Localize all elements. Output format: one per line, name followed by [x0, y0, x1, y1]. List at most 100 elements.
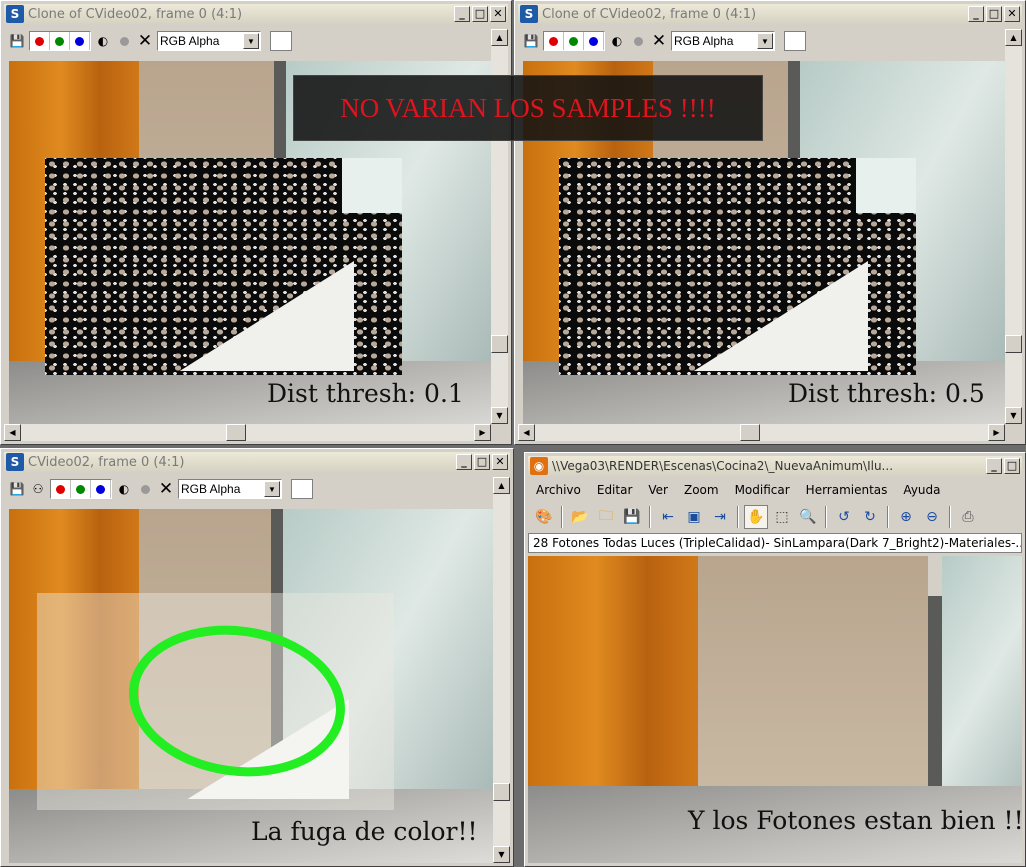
monochrome-icon[interactable]: ◐ [94, 32, 112, 50]
clear-icon[interactable]: ✕ [157, 479, 175, 499]
viewer-toolbar: 🎨 📂 🗀 💾 ⇤ ▣ ⇥ ✋ ⬚ 🔍 ↺ ↻ ⊕ ⊖ ⎙ [528, 503, 1022, 531]
horizontal-scrollbar[interactable]: ◀ ▶ [4, 424, 491, 441]
alpha-icon[interactable] [115, 32, 133, 50]
red-channel-icon[interactable] [30, 32, 50, 50]
3ds-max-logo-icon: S [520, 5, 538, 23]
previous-image-icon[interactable]: ⇤ [656, 505, 680, 529]
browse-folder-icon[interactable]: 🗀 [594, 505, 618, 529]
clear-icon[interactable]: ✕ [136, 31, 154, 51]
vertical-scrollbar[interactable]: ▲ ▼ [493, 477, 510, 863]
blue-channel-icon[interactable] [584, 32, 604, 50]
menu-modificar[interactable]: Modificar [735, 483, 790, 497]
save-icon[interactable]: 💾 [620, 505, 644, 529]
menu-herramientas[interactable]: Herramientas [806, 483, 888, 497]
monochrome-icon[interactable]: ◐ [115, 480, 133, 498]
3ds-max-logo-icon: S [6, 5, 24, 23]
green-channel-icon[interactable] [50, 32, 70, 50]
palette-icon[interactable]: 🎨 [532, 505, 556, 529]
chevron-down-icon: ▼ [243, 33, 259, 49]
frame-buffer-toolbar: 💾 ◐ ✕ RGB Alpha ▼ [518, 28, 1022, 54]
menu-ver[interactable]: Ver [648, 483, 668, 497]
render-window-top-left: S Clone of CVideo02, frame 0 (4:1) _ □ ✕… [0, 0, 512, 445]
magnifier-icon[interactable]: 🔍 [796, 505, 820, 529]
render-window-bottom-left: S CVideo02, frame 0 (4:1) _ □ ✕ 💾 ⚇ ◐ ✕ … [0, 448, 514, 867]
scroll-down-icon[interactable]: ▼ [493, 846, 510, 863]
horizontal-scrollbar[interactable]: ◀ ▶ [518, 424, 1005, 441]
close-button[interactable]: ✕ [1004, 6, 1020, 22]
alpha-icon[interactable] [629, 32, 647, 50]
render-window-top-right: S Clone of CVideo02, frame 0 (4:1) _ □ ✕… [514, 0, 1026, 445]
maximize-button[interactable]: □ [472, 6, 488, 22]
title-bar[interactable]: S Clone of CVideo02, frame 0 (4:1) _ □ ✕ [4, 4, 508, 24]
render-viewport: La fuga de color!! [9, 509, 493, 863]
scroll-left-icon[interactable]: ◀ [518, 424, 535, 441]
rotate-left-icon[interactable]: ↺ [832, 505, 856, 529]
window-title: Clone of CVideo02, frame 0 (4:1) [542, 6, 757, 22]
menu-bar: Archivo Editar Ver Zoom Modificar Herram… [528, 480, 1022, 500]
clone-icon[interactable]: ⚇ [29, 480, 47, 498]
image-viewer-window: ◉ \\Vega03\RENDER\Escenas\Cocina2\_Nueva… [524, 452, 1026, 867]
minimize-button[interactable]: _ [454, 6, 470, 22]
maximize-button[interactable]: □ [986, 6, 1002, 22]
open-folder-icon[interactable]: 📂 [568, 505, 592, 529]
hand-pan-icon[interactable]: ✋ [744, 505, 768, 529]
zoom-out-icon[interactable]: ⊖ [920, 505, 944, 529]
window-title: \\Vega03\RENDER\Escenas\Cocina2\_NuevaAn… [552, 459, 894, 473]
zoom-in-icon[interactable]: ⊕ [894, 505, 918, 529]
highlight-ellipse [129, 625, 345, 777]
scroll-right-icon[interactable]: ▶ [988, 424, 1005, 441]
rotate-right-icon[interactable]: ↻ [858, 505, 882, 529]
maximize-button[interactable]: □ [474, 454, 490, 470]
frame-buffer-toolbar: 💾 ⚇ ◐ ✕ RGB Alpha ▼ [4, 476, 510, 502]
minimize-button[interactable]: _ [456, 454, 472, 470]
menu-zoom[interactable]: Zoom [684, 483, 719, 497]
scroll-left-icon[interactable]: ◀ [4, 424, 21, 441]
channel-select[interactable]: RGB Alpha ▼ [157, 31, 261, 51]
scroll-up-icon[interactable]: ▲ [491, 29, 508, 46]
scroll-right-icon[interactable]: ▶ [474, 424, 491, 441]
green-channel-icon[interactable] [71, 480, 91, 498]
minimize-button[interactable]: _ [968, 6, 984, 22]
clear-icon[interactable]: ✕ [650, 31, 668, 51]
menu-archivo[interactable]: Archivo [536, 483, 581, 497]
channel-select[interactable]: RGB Alpha ▼ [671, 31, 775, 51]
maximize-button[interactable]: □ [1004, 458, 1020, 474]
vertical-scrollbar[interactable]: ▲ ▼ [1005, 29, 1022, 424]
window-title: Clone of CVideo02, frame 0 (4:1) [28, 6, 243, 22]
selection-icon[interactable]: ⬚ [770, 505, 794, 529]
save-icon[interactable]: 💾 [8, 480, 26, 498]
next-image-icon[interactable]: ⇥ [708, 505, 732, 529]
blue-channel-icon[interactable] [91, 480, 111, 498]
title-bar[interactable]: ◉ \\Vega03\RENDER\Escenas\Cocina2\_Nueva… [528, 456, 1022, 476]
caption-color-bleed: La fuga de color!! [251, 817, 478, 846]
image-icon[interactable]: ▣ [682, 505, 706, 529]
menu-ayuda[interactable]: Ayuda [903, 483, 940, 497]
viewer-app-icon: ◉ [530, 457, 548, 475]
color-swatch[interactable] [270, 31, 292, 51]
chevron-down-icon: ▼ [264, 481, 280, 497]
scroll-down-icon[interactable]: ▼ [1005, 407, 1022, 424]
channel-select[interactable]: RGB Alpha ▼ [178, 479, 282, 499]
minimize-button[interactable]: _ [986, 458, 1002, 474]
red-channel-icon[interactable] [544, 32, 564, 50]
title-bar[interactable]: S Clone of CVideo02, frame 0 (4:1) _ □ ✕ [518, 4, 1022, 24]
scroll-down-icon[interactable]: ▼ [491, 407, 508, 424]
close-button[interactable]: ✕ [490, 6, 506, 22]
monochrome-icon[interactable]: ◐ [608, 32, 626, 50]
alpha-icon[interactable] [136, 480, 154, 498]
red-channel-icon[interactable] [51, 480, 71, 498]
save-icon[interactable]: 💾 [522, 32, 540, 50]
color-swatch[interactable] [784, 31, 806, 51]
close-button[interactable]: ✕ [492, 454, 508, 470]
image-name-field[interactable]: 28 Fotones Todas Luces (TripleCalidad)- … [528, 533, 1022, 553]
save-icon[interactable]: 💾 [8, 32, 26, 50]
blue-channel-icon[interactable] [70, 32, 90, 50]
menu-editar[interactable]: Editar [597, 483, 633, 497]
title-bar[interactable]: S CVideo02, frame 0 (4:1) _ □ ✕ [4, 452, 510, 472]
green-channel-icon[interactable] [564, 32, 584, 50]
print-icon[interactable]: ⎙ [956, 505, 980, 529]
image-viewport: Y los Fotones estan bien !! [528, 556, 1022, 863]
scroll-up-icon[interactable]: ▲ [493, 477, 510, 494]
color-swatch[interactable] [291, 479, 313, 499]
scroll-up-icon[interactable]: ▲ [1005, 29, 1022, 46]
